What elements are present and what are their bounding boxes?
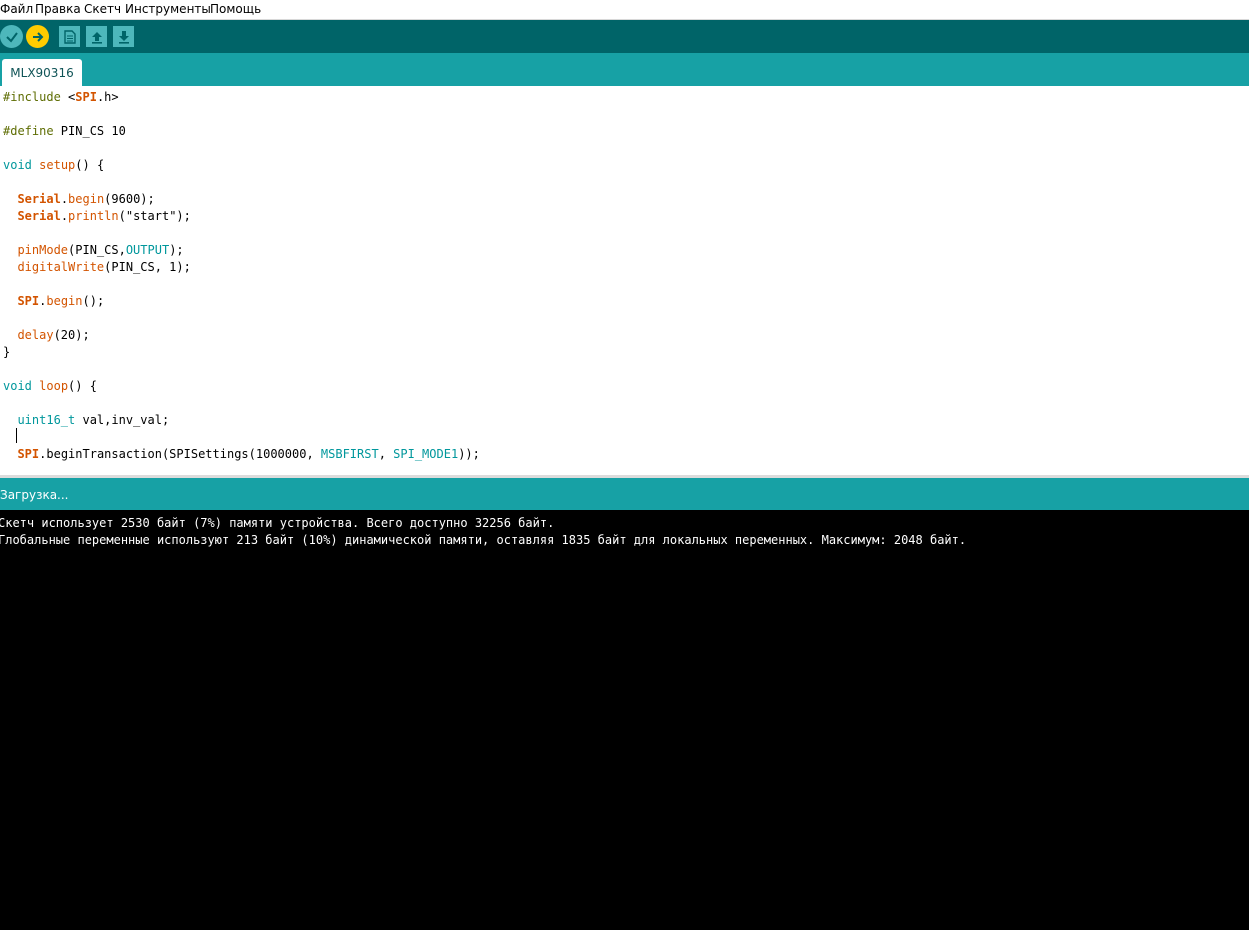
menu-help[interactable]: Помощь <box>210 2 261 16</box>
new-file-icon <box>63 29 76 44</box>
text-caret <box>16 428 17 443</box>
toolbar <box>0 20 1249 53</box>
arrow-right-icon <box>32 31 43 42</box>
menu-bar: Файл Правка Скетч Инструменты Помощь <box>0 0 1249 20</box>
open-arrow-up-icon <box>91 31 102 44</box>
menu-edit[interactable]: Правка <box>35 2 81 16</box>
code-editor[interactable]: #include <SPI.h> #define PIN_CS 10 void … <box>0 86 1249 475</box>
console-line: Глобальные переменные используют 213 бай… <box>0 533 967 547</box>
console-output: Скетч использует 2530 байт (7%) памяти у… <box>0 510 1249 930</box>
save-arrow-down-icon <box>118 30 129 44</box>
tab-bar: MLX90316 <box>0 53 1249 86</box>
console-line: Скетч использует 2530 байт (7%) памяти у… <box>0 516 555 530</box>
open-button[interactable] <box>86 26 107 47</box>
upload-button[interactable] <box>26 25 49 48</box>
code-text: #include <SPI.h> #define PIN_CS 10 void … <box>3 90 480 461</box>
menu-sketch[interactable]: Скетч <box>84 2 121 16</box>
menu-file[interactable]: Файл <box>0 2 33 16</box>
status-text: Загрузка... <box>0 488 69 502</box>
new-button[interactable] <box>59 26 80 47</box>
tab-mlx90316[interactable]: MLX90316 <box>2 59 82 86</box>
menu-tools[interactable]: Инструменты <box>125 2 211 16</box>
save-button[interactable] <box>113 26 134 47</box>
verify-button[interactable] <box>0 25 23 48</box>
status-bar: Загрузка... <box>0 478 1249 510</box>
checkmark-icon <box>5 31 18 43</box>
